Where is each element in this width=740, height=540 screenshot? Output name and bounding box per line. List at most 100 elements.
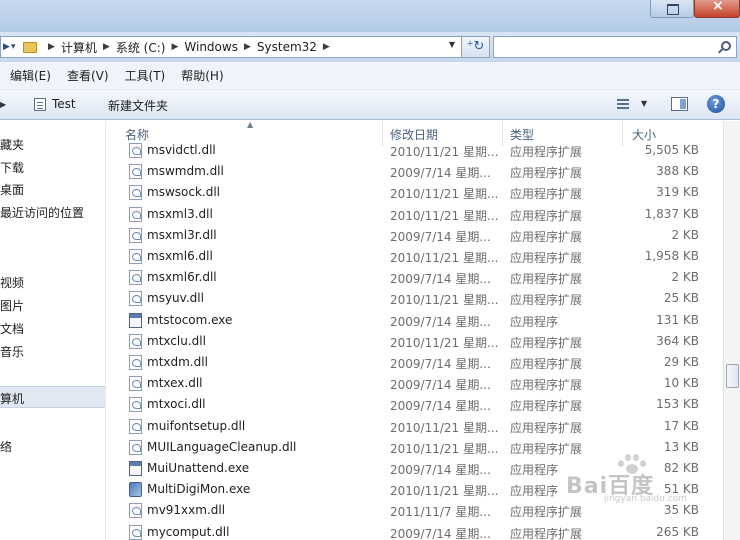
view-dropdown-icon[interactable]: ▼ (641, 99, 647, 108)
file-name: mtxclu.dll (147, 333, 206, 348)
menu-tools[interactable]: 工具(T) (125, 67, 166, 84)
file-row[interactable]: msxml3.dll 2010/11/21 星期... 应用程序扩展 1,837 KB (107, 204, 723, 225)
file-row[interactable]: mtxdm.dll 2009/7/14 星期... 应用程序扩展 29 KB (107, 352, 723, 373)
file-row[interactable]: mtstocom.exe 2009/7/14 星期... 应用程序 131 KB (107, 310, 723, 331)
new-folder-button[interactable]: 新建文件夹 (108, 97, 168, 114)
nav-network[interactable]: 络 (0, 438, 12, 455)
nav-recent-places[interactable]: 最近访问的位置 (0, 204, 84, 221)
nav-favorites[interactable]: 藏夹 (0, 136, 24, 153)
address-dropdown-icon[interactable]: ▼ (449, 40, 455, 49)
file-size: 17 KB (663, 418, 699, 433)
baidu-watermark: Bai百度 jingyan.baidu.com (566, 454, 702, 504)
breadcrumb-separator-icon[interactable]: ▶ (103, 42, 110, 52)
dll-file-icon (129, 291, 142, 307)
file-name: mswsock.dll (147, 185, 220, 200)
dll-file-icon (129, 206, 142, 222)
command-toolbar: ▶ Test 新建文件夹 ▼ ? (0, 90, 740, 120)
file-row[interactable]: muifontsetup.dll 2010/11/21 星期... 应用程序扩展 17… (107, 416, 723, 437)
search-input[interactable] (493, 36, 737, 58)
file-row[interactable]: mtxclu.dll 2010/11/21 星期... 应用程序扩展 364 KB (107, 331, 723, 352)
search-icon[interactable] (721, 41, 731, 51)
file-row[interactable]: mycomput.dll 2009/7/14 星期... 应用程序扩展 265 KB (107, 522, 723, 540)
refresh-button[interactable]: ⁺↻ (462, 36, 490, 58)
file-date: 2009/7/14 星期... (390, 166, 491, 181)
nav-videos[interactable]: 视频 (0, 274, 24, 291)
file-date: 2010/11/21 星期... (390, 187, 499, 202)
scrollbar-thumb[interactable] (726, 364, 739, 388)
file-type: 应用程序扩展 (510, 145, 583, 159)
file-size: 10 KB (663, 376, 699, 391)
file-name: msxml3r.dll (147, 227, 217, 242)
address-down-chevron-icon[interactable]: ▾ (11, 42, 19, 52)
organize-dropdown-icon[interactable]: ▶ (0, 100, 6, 109)
maximize-button[interactable] (650, 0, 694, 18)
new-folder-label: 新建文件夹 (108, 99, 169, 113)
menu-help[interactable]: 帮助(H) (181, 67, 223, 84)
file-type: 应用程序 (510, 314, 559, 329)
nav-documents[interactable]: 文档 (0, 320, 24, 337)
exe-window-icon (129, 312, 142, 328)
dll-file-icon (129, 355, 142, 370)
address-history-chevron-icon[interactable]: ▶ (3, 42, 11, 52)
file-type: 应用程序扩展 (510, 505, 583, 520)
menu-view[interactable]: 查看(V) (67, 67, 109, 84)
test-button[interactable]: Test (34, 97, 76, 111)
breadcrumb-drive-c[interactable]: 系统 (C:) (116, 39, 166, 56)
file-row[interactable]: msyuv.dll 2010/11/21 星期... 应用程序扩展 25 KB (107, 288, 723, 309)
file-date: 2009/7/14 星期... (390, 378, 491, 393)
address-bar[interactable]: ▶ ▾ ▶ 计算机 ▶ 系统 (C:) ▶ Windows ▶ System32… (0, 36, 462, 58)
file-row[interactable]: msxml3r.dll 2009/7/14 星期... 应用程序扩展 2 KB (107, 225, 723, 246)
file-row[interactable]: msxml6.dll 2010/11/21 星期... 应用程序扩展 1,958 KB (107, 246, 723, 267)
menu-edit[interactable]: 编辑(E) (10, 67, 51, 84)
breadcrumb-system32[interactable]: System32 (257, 40, 317, 54)
file-type: 应用程序扩展 (510, 357, 583, 371)
file-size: 1,958 KB (644, 249, 699, 263)
dll-file-icon (129, 397, 142, 413)
breadcrumb-computer[interactable]: 计算机 (61, 39, 97, 56)
file-name: MuiUnattend.exe (147, 461, 250, 475)
file-size: 1,837 KB (644, 206, 699, 221)
file-row[interactable]: msvidctl.dll 2010/11/21 星期... 应用程序扩展 5,505 … (107, 140, 723, 161)
file-date: 2010/11/21 星期... (390, 208, 499, 223)
breadcrumb-separator-icon[interactable]: ▶ (171, 42, 178, 52)
nav-computer[interactable]: 算机 (0, 386, 105, 408)
file-size: 319 KB (656, 185, 699, 200)
breadcrumb-windows[interactable]: Windows (184, 40, 238, 54)
nav-pictures[interactable]: 图片 (0, 297, 24, 314)
view-options-icon[interactable] (617, 99, 629, 109)
file-row[interactable]: mtxex.dll 2009/7/14 星期... 应用程序扩展 10 KB (107, 373, 723, 394)
breadcrumb-separator-icon[interactable]: ▶ (48, 42, 55, 52)
file-row[interactable]: mswsock.dll 2010/11/21 星期... 应用程序扩展 319 KB (107, 182, 723, 203)
file-type: 应用程序扩展 (510, 187, 583, 202)
file-size: 131 KB (656, 312, 699, 327)
file-type: 应用程序扩展 (510, 335, 583, 350)
exe-window-icon (129, 461, 142, 476)
nav-music[interactable]: 音乐 (0, 343, 24, 360)
file-row[interactable]: mswmdm.dll 2009/7/14 星期... 应用程序扩展 388 KB (107, 161, 723, 182)
file-date: 2010/11/21 星期... (390, 335, 499, 350)
breadcrumb-separator-icon[interactable]: ▶ (323, 42, 330, 52)
file-type: 应用程序扩展 (510, 526, 583, 540)
file-row[interactable]: msxml6r.dll 2009/7/14 星期... 应用程序扩展 2 KB (107, 267, 723, 288)
file-size: 29 KB (663, 355, 699, 369)
nav-desktop[interactable]: 桌面 (0, 181, 24, 198)
dll-file-icon (129, 227, 142, 243)
close-button[interactable] (694, 0, 740, 18)
file-name: mswmdm.dll (147, 164, 224, 179)
file-size: 364 KB (656, 333, 699, 348)
file-date: 2010/11/21 星期... (390, 484, 499, 499)
file-size: 35 KB (663, 503, 699, 518)
vertical-scrollbar[interactable] (723, 121, 740, 540)
file-type: 应用程序扩展 (510, 208, 583, 223)
dll-file-icon (129, 270, 142, 286)
help-icon[interactable]: ? (707, 95, 725, 113)
file-size: 153 KB (656, 397, 699, 412)
file-type: 应用程序扩展 (510, 166, 583, 181)
breadcrumb-separator-icon[interactable]: ▶ (244, 42, 251, 52)
file-size: 13 KB (663, 439, 699, 454)
file-name: muifontsetup.dll (147, 418, 246, 433)
preview-pane-icon[interactable] (671, 97, 688, 111)
nav-downloads[interactable]: 下载 (0, 159, 24, 176)
file-date: 2010/11/21 星期... (390, 251, 499, 265)
file-row[interactable]: mtxoci.dll 2009/7/14 星期... 应用程序扩展 153 KB (107, 394, 723, 415)
